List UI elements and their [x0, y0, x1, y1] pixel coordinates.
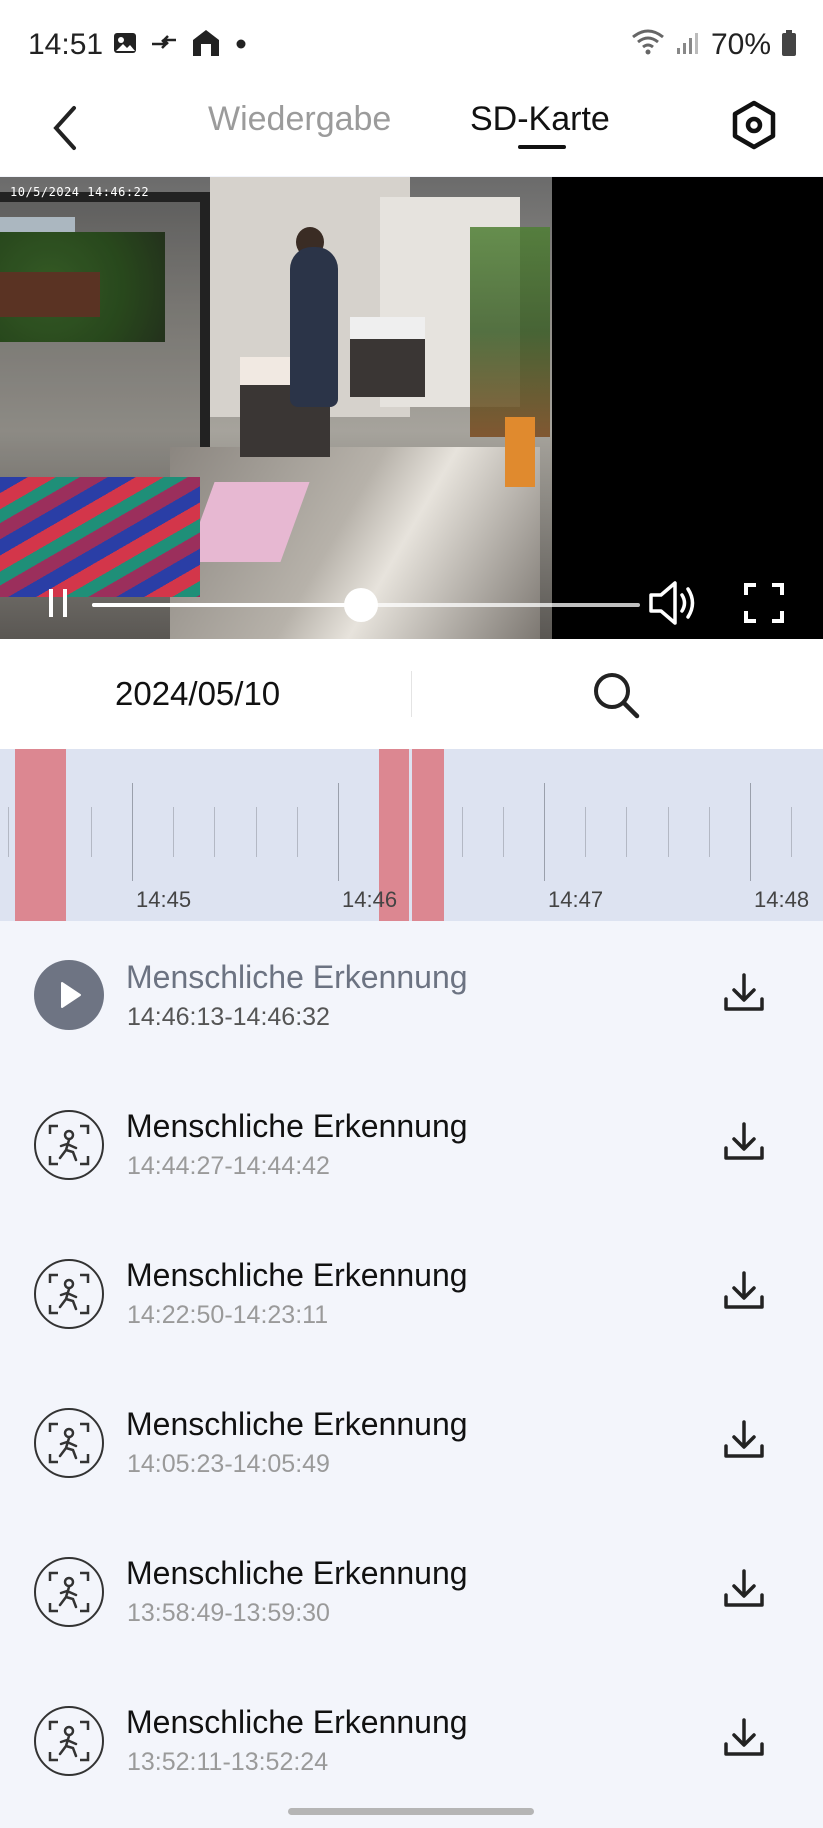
timeline-tick	[173, 807, 174, 857]
timeline-tick	[297, 807, 298, 857]
recording-item[interactable]: Menschliche Erkennung 13:52:11-13:52:24	[0, 1666, 823, 1815]
recording-item[interactable]: Menschliche Erkennung 14:22:50-14:23:11	[0, 1219, 823, 1368]
data-transfer-icon	[150, 30, 178, 61]
play-icon[interactable]	[34, 960, 104, 1030]
timeline-label: 14:46	[342, 887, 398, 912]
pause-button[interactable]	[40, 587, 76, 623]
timeline-tick	[668, 807, 669, 857]
timeline-tick	[8, 807, 9, 857]
back-button[interactable]	[40, 100, 90, 160]
progress-thumb[interactable]	[343, 588, 378, 622]
timeline-tick	[750, 783, 751, 881]
download-button[interactable]	[716, 1712, 772, 1768]
download-icon	[722, 1568, 766, 1615]
recording-title: Menschliche Erkennung	[126, 1108, 468, 1144]
human-detection-icon	[34, 1408, 104, 1478]
wifi-icon	[631, 29, 665, 62]
status-system-icons: 70%	[631, 28, 797, 62]
timeline-tick	[503, 807, 504, 857]
recordings-list: Menschliche Erkennung 14:46:13-14:46:32 …	[0, 921, 823, 1828]
recording-timeline[interactable]: 14:45 14:46 14:47 14:48	[0, 749, 823, 921]
volume-button[interactable]	[646, 580, 702, 631]
dot-icon	[234, 30, 248, 61]
timeline-tick	[709, 807, 710, 857]
recording-item[interactable]: Menschliche Erkennung 14:44:27-14:44:42	[0, 1070, 823, 1219]
home-icon	[190, 28, 222, 63]
date-divider	[411, 671, 412, 717]
recording-time: 14:46:13-14:46:32	[127, 1003, 330, 1031]
recording-time: 14:44:27-14:44:42	[127, 1152, 330, 1180]
date-bar: 2024/05/10	[0, 639, 823, 749]
timeline-label: 14:45	[136, 887, 192, 912]
fullscreen-button[interactable]	[740, 581, 788, 629]
recording-time: 14:22:50-14:23:11	[127, 1301, 329, 1329]
recording-title: Menschliche Erkennung	[126, 1406, 468, 1442]
video-controls	[0, 569, 823, 639]
timeline-tick	[544, 783, 545, 881]
timeline-event-marker[interactable]	[412, 749, 444, 921]
volume-icon	[647, 580, 701, 631]
timeline-tick	[791, 807, 792, 857]
recording-time: 13:52:11-13:52:24	[127, 1748, 329, 1776]
app-header: Wiedergabe SD-Karte	[0, 92, 823, 176]
human-detection-icon	[34, 1706, 104, 1776]
download-icon	[722, 1419, 766, 1466]
hexagon-settings-icon	[731, 100, 777, 155]
status-notification-icons	[112, 28, 248, 63]
battery-percent: 70%	[710, 28, 771, 61]
timeline-tick	[585, 807, 586, 857]
battery-icon	[781, 29, 797, 62]
pause-icon	[43, 587, 73, 624]
timeline-tick	[256, 807, 257, 857]
recording-time: 13:58:49-13:59:30	[127, 1599, 330, 1627]
download-icon	[722, 1270, 766, 1317]
tab-sd-card[interactable]: SD-Karte	[470, 100, 610, 139]
recording-title: Menschliche Erkennung	[126, 1555, 468, 1591]
recording-item[interactable]: Menschliche Erkennung 14:05:23-14:05:49	[0, 1368, 823, 1517]
human-detection-icon	[34, 1557, 104, 1627]
download-icon	[722, 1717, 766, 1764]
search-button[interactable]	[586, 667, 646, 727]
download-icon	[722, 972, 766, 1019]
tab-playback[interactable]: Wiedergabe	[208, 100, 391, 139]
download-button[interactable]	[716, 967, 772, 1023]
timeline-tick	[214, 807, 215, 857]
recording-item[interactable]: Menschliche Erkennung 13:58:49-13:59:30	[0, 1517, 823, 1666]
download-button[interactable]	[716, 1414, 772, 1470]
human-detection-icon	[34, 1110, 104, 1180]
status-time: 14:51	[28, 28, 104, 61]
chevron-left-icon	[50, 104, 80, 157]
recording-item[interactable]: Menschliche Erkennung 14:46:13-14:46:32	[0, 921, 823, 1070]
human-detection-icon	[34, 1259, 104, 1329]
recording-title: Menschliche Erkennung	[126, 959, 468, 995]
timeline-label: 14:47	[548, 887, 604, 912]
timeline-label: 14:48	[754, 887, 810, 912]
download-button[interactable]	[716, 1265, 772, 1321]
signal-icon	[675, 30, 701, 61]
image-icon	[112, 30, 138, 61]
date-selector[interactable]: 2024/05/10	[115, 675, 280, 713]
fullscreen-icon	[743, 582, 785, 629]
timeline-tick	[462, 807, 463, 857]
video-player[interactable]: 10/5/2024 14:46:22	[0, 177, 823, 639]
home-indicator[interactable]	[288, 1808, 534, 1815]
active-tab-indicator	[518, 145, 566, 149]
timeline-tick	[626, 807, 627, 857]
timeline-tick	[338, 783, 339, 881]
search-icon	[591, 670, 641, 725]
recording-title: Menschliche Erkennung	[126, 1257, 468, 1293]
recording-title: Menschliche Erkennung	[126, 1704, 468, 1740]
video-osd-timestamp: 10/5/2024 14:46:22	[10, 185, 150, 199]
recording-time: 14:05:23-14:05:49	[127, 1450, 330, 1478]
progress-fill	[92, 603, 361, 607]
settings-button[interactable]	[725, 98, 783, 156]
timeline-tick	[91, 807, 92, 857]
timeline-tick	[132, 783, 133, 881]
download-icon	[722, 1121, 766, 1168]
download-button[interactable]	[716, 1116, 772, 1172]
timeline-event-marker[interactable]	[15, 749, 66, 921]
status-bar: 14:51 70%	[0, 0, 823, 92]
download-button[interactable]	[716, 1563, 772, 1619]
